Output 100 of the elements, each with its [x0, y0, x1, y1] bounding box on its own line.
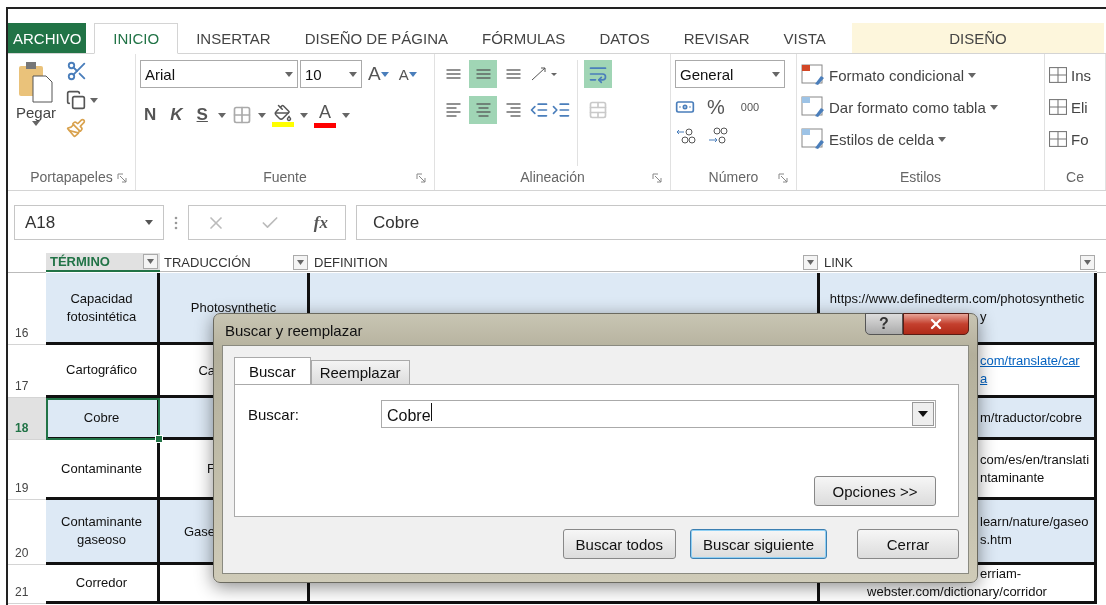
row-number[interactable]: 18	[8, 398, 46, 440]
styles-button[interactable]: Formato condicional	[801, 60, 977, 90]
font-color-button[interactable]: A	[313, 102, 336, 128]
cell-text: learn/nature/gaseo	[980, 513, 1089, 531]
fill-color-button[interactable]	[271, 103, 294, 127]
align-icon	[445, 103, 461, 117]
caret-icon	[90, 97, 99, 103]
align-button[interactable]	[469, 60, 497, 88]
dialog-button[interactable]: Buscar siguiente	[690, 529, 827, 559]
cell-text: ntaminante	[980, 468, 1045, 487]
dropdown-button[interactable]	[912, 402, 934, 426]
ribbon-tab[interactable]: DISEÑO DE PÁGINA	[288, 23, 465, 53]
options-button[interactable]: Opciones >>	[814, 476, 936, 506]
caret-icon	[380, 71, 389, 77]
caret-icon	[349, 71, 357, 77]
ribbon-tab[interactable]: INSERTAR	[180, 23, 287, 53]
grid-icon	[1049, 131, 1067, 147]
help-button[interactable]: ?	[865, 313, 903, 335]
filter-button[interactable]	[143, 254, 158, 269]
bold-button[interactable]: N	[140, 102, 161, 128]
formula-field[interactable]: Cobre	[356, 205, 1106, 240]
increase-decimal-icon[interactable]	[675, 126, 697, 146]
copy-icon[interactable]	[66, 90, 87, 110]
ribbon-tab[interactable]: VISTA	[767, 23, 842, 53]
caret-icon	[772, 71, 780, 77]
table-cell: Cartográfico	[46, 345, 160, 398]
thousands-button[interactable]: 000	[736, 94, 764, 120]
decrease-decimal-icon[interactable]	[707, 126, 729, 146]
grip-icon	[174, 214, 178, 231]
ribbon-tab[interactable]: INICIO	[94, 23, 179, 54]
underline-button[interactable]: S	[192, 102, 212, 128]
align-icon	[445, 69, 461, 79]
grid-icon	[1049, 67, 1067, 83]
cells-button[interactable]: Eli	[1049, 92, 1088, 122]
font-size-field[interactable]: 10	[300, 60, 362, 88]
indent-increase-icon[interactable]	[551, 100, 571, 120]
dialog-launcher-icon[interactable]	[117, 173, 127, 183]
caret-icon	[217, 112, 226, 118]
borders-icon[interactable]	[231, 105, 252, 125]
dialog-tab[interactable]: Buscar	[234, 357, 311, 385]
styles-button[interactable]: Estilos de celda	[801, 124, 947, 154]
align-icon	[475, 103, 491, 117]
caret-icon	[257, 112, 266, 118]
align-icon	[475, 69, 491, 79]
column-header[interactable]: LINK	[820, 253, 1097, 272]
caret-icon	[938, 136, 947, 142]
column-header[interactable]: DEFINITION	[310, 253, 820, 272]
font-name-field[interactable]: Arial	[140, 60, 298, 88]
caret-icon	[32, 121, 40, 126]
dialog-launcher-icon[interactable]	[652, 173, 662, 183]
link[interactable]: com/translate/car	[980, 352, 1080, 370]
cells-button[interactable]: Ins	[1049, 60, 1091, 90]
align-button[interactable]	[469, 96, 497, 124]
cells-button[interactable]: Fo	[1049, 124, 1089, 154]
caret-icon	[145, 220, 153, 225]
link[interactable]: a	[980, 370, 988, 388]
insert-function-button[interactable]: fx	[313, 212, 328, 233]
ribbon-tab[interactable]: FÓRMULAS	[466, 23, 582, 53]
dialog-button[interactable]: Cerrar	[857, 529, 959, 559]
dialog-launcher-icon[interactable]	[778, 173, 788, 183]
table-cell: Contaminante	[46, 440, 160, 500]
grid-icon	[1049, 99, 1067, 115]
wrap-text-button[interactable]	[584, 60, 612, 88]
column-header[interactable]: TÉRMINO	[46, 253, 160, 272]
dialog-button[interactable]: Buscar todos	[562, 529, 677, 559]
dialog-launcher-icon[interactable]	[416, 173, 426, 183]
table-cell: Capacidad fotosintética	[46, 273, 160, 345]
close-button[interactable]	[903, 313, 969, 335]
ribbon-tab[interactable]: DISEÑO	[851, 23, 1104, 53]
brush-icon[interactable]	[66, 118, 87, 138]
ribbon-tab[interactable]: DATOS	[583, 23, 666, 53]
filter-button[interactable]	[1080, 254, 1095, 270]
clipboard-icon	[16, 60, 56, 104]
indent-decrease-icon[interactable]	[529, 100, 549, 120]
field-label: Buscar:	[248, 405, 300, 423]
search-field[interactable]: Cobre	[381, 400, 936, 428]
group-label: Portapapeles	[30, 169, 113, 185]
close-icon	[928, 316, 944, 332]
italic-button[interactable]: K	[166, 102, 187, 128]
group-label: Número	[708, 169, 759, 185]
dialog-tab[interactable]: Reemplazar	[310, 360, 410, 384]
caret-icon	[807, 259, 814, 265]
number-format-field[interactable]: General	[675, 60, 785, 88]
caret-icon	[989, 104, 998, 110]
group-label: Ce	[1066, 169, 1084, 185]
ribbon-tab[interactable]: ARCHIVO	[8, 23, 87, 53]
ribbon-tab[interactable]: REVISAR	[667, 23, 766, 53]
shrink-font-button[interactable]: A	[394, 61, 421, 87]
filter-button[interactable]	[293, 254, 308, 270]
caret-icon	[299, 112, 308, 118]
fill-handle[interactable]	[155, 435, 163, 443]
percent-button[interactable]: %	[703, 94, 729, 120]
grow-font-button[interactable]: A	[364, 61, 393, 87]
column-header[interactable]: TRADUCCIÓN	[160, 253, 310, 272]
caret-icon	[1084, 259, 1091, 265]
name-box[interactable]: A18	[14, 205, 164, 240]
styles-button[interactable]: Dar formato como tabla	[801, 92, 998, 122]
filter-button[interactable]	[803, 254, 818, 270]
align-icon	[505, 69, 521, 79]
paste-button[interactable]: Pegar	[12, 60, 61, 166]
